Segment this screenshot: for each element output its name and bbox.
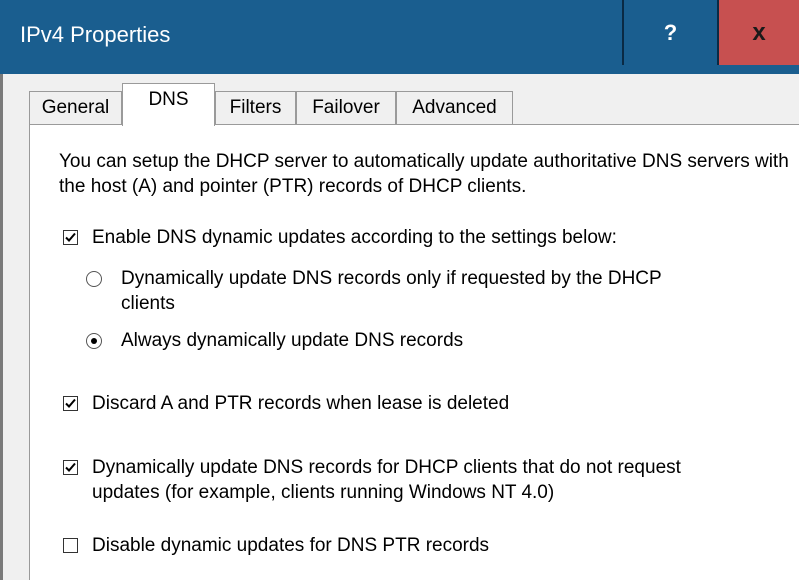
checkmark-icon [65,232,76,242]
help-button[interactable]: ? [622,0,719,65]
update-on-request-label-line2: clients [121,293,175,314]
enable-dns-updates-checkbox[interactable] [63,230,78,245]
tab-failover[interactable]: Failover [296,91,396,125]
tab-filters[interactable]: Filters [215,91,296,125]
update-on-request-label-line1: Dynamically update DNS records only if r… [121,268,662,289]
discard-records-label: Discard A and PTR records when lease is … [92,393,510,414]
dns-tab-panel: You can setup the DHCP server to automat… [29,124,799,580]
update-non-requesting-label-line1: Dynamically update DNS records for DHCP … [92,457,681,478]
disable-ptr-updates-checkbox[interactable] [63,538,78,553]
title-bar[interactable]: IPv4 Properties ? x [0,0,799,74]
update-non-requesting-label-line2: updates (for example, clients running Wi… [92,482,555,503]
dialog-body: General DNS Filters Failover Advanced Yo… [0,74,799,580]
always-update-radio[interactable] [86,333,102,349]
tab-dns[interactable]: DNS [122,83,215,126]
radio-selected-dot [91,338,97,344]
always-update-label: Always dynamically update DNS records [121,330,464,351]
close-button[interactable]: x [719,0,799,65]
tab-advanced[interactable]: Advanced [396,91,513,125]
dns-intro-text: You can setup the DHCP server to automat… [59,151,789,197]
checkmark-icon [65,398,76,408]
disable-ptr-updates-label: Disable dynamic updates for DNS PTR reco… [92,535,490,556]
enable-dns-updates-label: Enable DNS dynamic updates according to … [92,227,617,248]
checkmark-icon [65,462,76,472]
update-on-request-radio[interactable] [86,271,102,287]
tab-general[interactable]: General [29,91,122,125]
update-non-requesting-checkbox[interactable] [63,460,78,475]
window-title: IPv4 Properties [20,22,171,47]
ipv4-properties-dialog: IPv4 Properties ? x General DNS Filters … [0,0,799,580]
discard-records-checkbox[interactable] [63,396,78,411]
